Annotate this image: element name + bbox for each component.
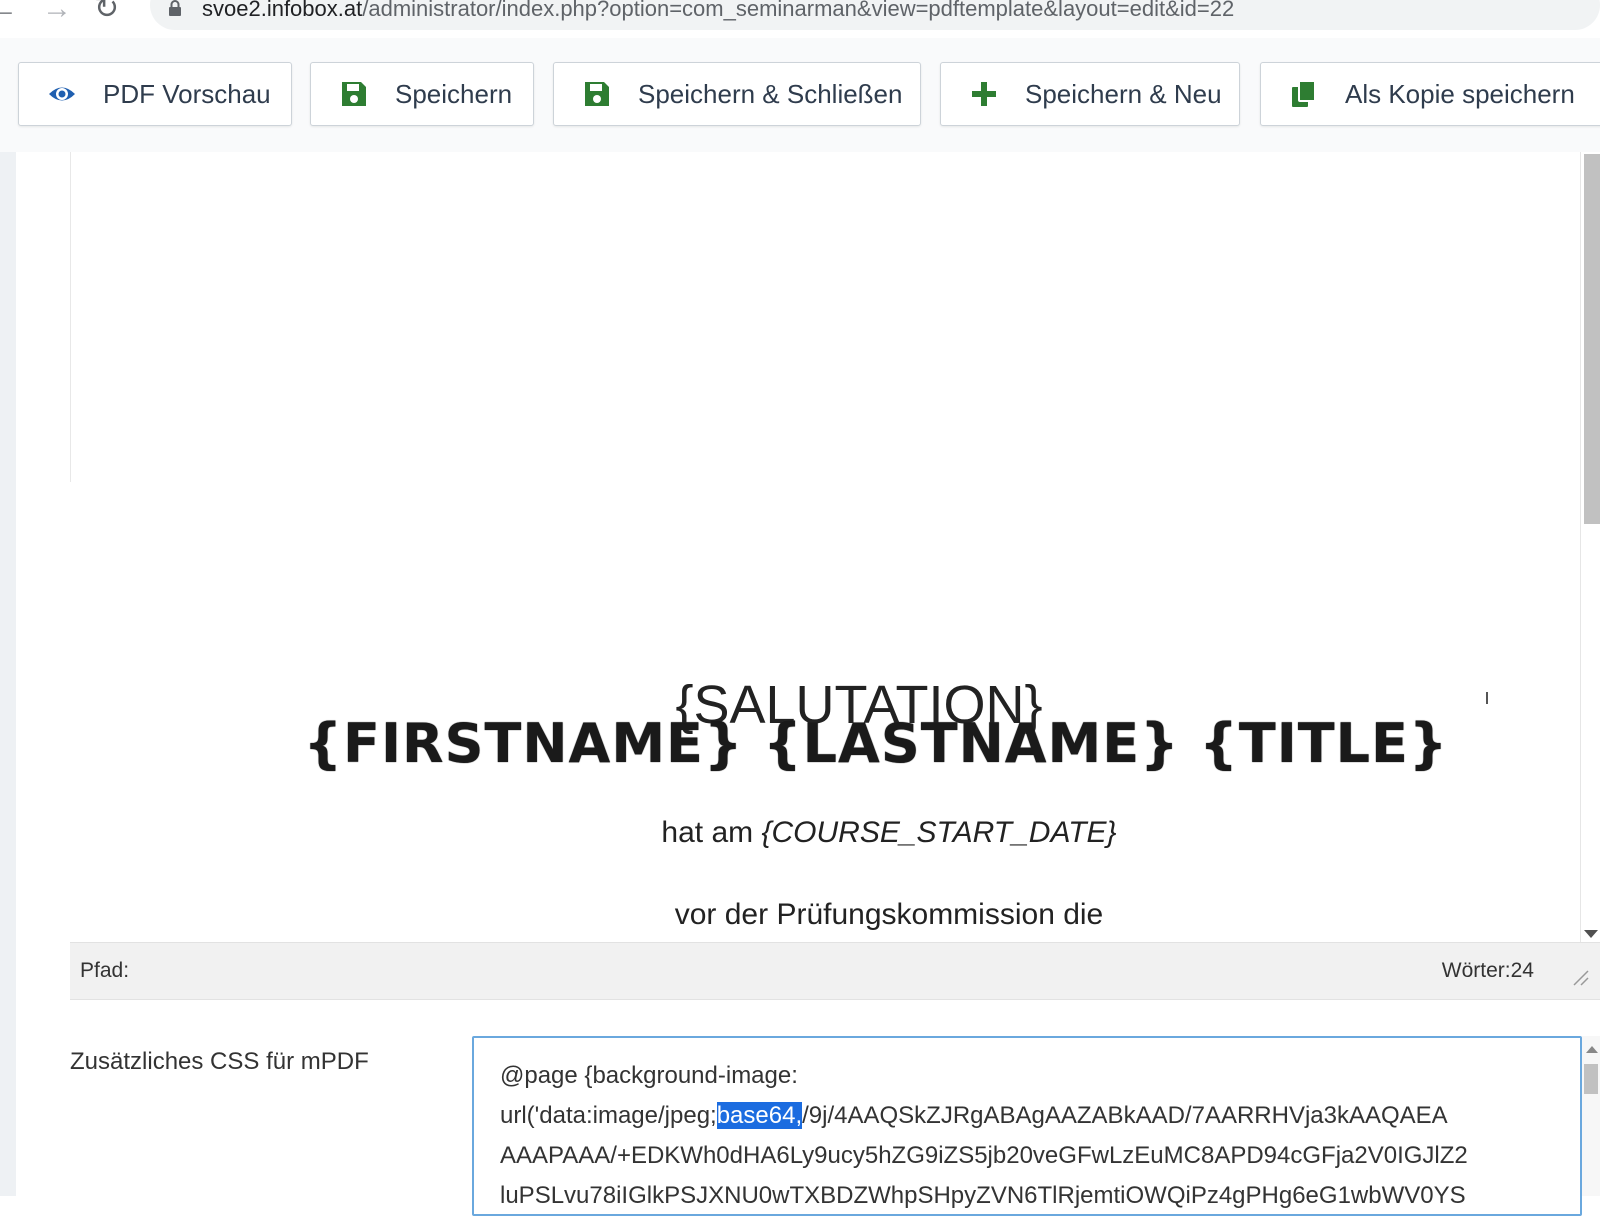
toolbar: PDF Vorschau Speichern Speichern & Schli… bbox=[0, 38, 1600, 152]
back-arrow-icon[interactable]: ← bbox=[0, 0, 18, 24]
save-button[interactable]: Speichern bbox=[310, 62, 534, 126]
names-placeholder: {FIRSTNAME} {LASTNAME} {TITLE} bbox=[303, 712, 1449, 775]
additional-css-textarea[interactable]: @page {background-image: url('data:image/… bbox=[472, 1036, 1582, 1216]
browser-address-bar: ← → ↻ svoe2.infobox.at/administrator/ind… bbox=[0, 0, 1600, 39]
css-line-1: @page {background-image: bbox=[500, 1062, 798, 1089]
save-close-label: Speichern & Schließen bbox=[638, 78, 903, 109]
lock-icon bbox=[169, 0, 181, 16]
save-as-copy-label: Als Kopie speichern bbox=[1345, 78, 1575, 109]
floppy-disk-icon bbox=[585, 82, 609, 106]
css-line-4: luPSLvu78iIGlkPSJXNU0wTXBDZWhpSHpyZVN6Tl… bbox=[500, 1182, 1466, 1209]
editor-left-margin bbox=[0, 152, 16, 1196]
exam-line: vor der Prüfungskommission die bbox=[674, 898, 1104, 931]
word-count: Wörter:24 bbox=[1441, 959, 1534, 982]
css-line-2-suffix: /9j/4AAQSkZJRgABAgAAZABkAAD/7AARRHVja3kA… bbox=[802, 1102, 1448, 1129]
save-label: Speichern bbox=[395, 78, 513, 109]
resize-handle-icon[interactable] bbox=[1568, 965, 1590, 987]
editor-content[interactable]: {SALUTATION} {FIRSTNAME} {LASTNAME} {TIT… bbox=[71, 152, 1580, 942]
course-start-date-placeholder: {COURSE_START_DATE} bbox=[761, 816, 1117, 849]
save-as-copy-button[interactable]: Als Kopie speichern bbox=[1260, 62, 1600, 126]
scroll-down-arrow-icon[interactable] bbox=[1584, 930, 1598, 938]
date-prefix: hat am bbox=[661, 816, 762, 849]
reload-icon[interactable]: ↻ bbox=[94, 0, 119, 24]
css-textarea-scrollbar[interactable] bbox=[1582, 1036, 1600, 1196]
url-host: svoe2.infobox.at bbox=[202, 0, 363, 21]
url-text[interactable]: svoe2.infobox.at/administrator/index.php… bbox=[202, 0, 1234, 22]
pdf-preview-button[interactable]: PDF Vorschau bbox=[18, 62, 292, 126]
save-new-button[interactable]: Speichern & Neu bbox=[940, 62, 1240, 126]
css-line-2-prefix: url('data:image/jpeg; bbox=[500, 1102, 717, 1129]
pdf-preview-label: PDF Vorschau bbox=[103, 78, 271, 109]
css-line-2: url('data:image/jpeg;base64,/9j/4AAQSkZJ… bbox=[500, 1096, 1580, 1136]
wysiwyg-editor[interactable]: {SALUTATION} {FIRSTNAME} {LASTNAME} {TIT… bbox=[16, 152, 1580, 942]
editor-scrollbar[interactable] bbox=[1580, 152, 1600, 942]
copy-icon bbox=[1292, 80, 1316, 107]
course-date-line: hat am {COURSE_START_DATE} bbox=[71, 816, 1580, 850]
floppy-disk-icon bbox=[342, 82, 366, 106]
additional-css-label: Zusätzliches CSS für mPDF bbox=[70, 1048, 369, 1075]
path-label: Pfad: bbox=[80, 959, 130, 982]
css-selected-text: base64, bbox=[716, 1102, 803, 1129]
css-scrollbar-thumb[interactable] bbox=[1584, 1064, 1598, 1094]
css-line-3: AAAPAAA/+EDKWh0dHA6Ly9ucy5hZG9iZS5jb20ve… bbox=[500, 1142, 1468, 1169]
scroll-up-arrow-icon[interactable] bbox=[1586, 1046, 1598, 1053]
editor-scrollbar-thumb[interactable] bbox=[1584, 154, 1600, 524]
plus-icon bbox=[972, 82, 996, 106]
forward-arrow-icon[interactable]: → bbox=[42, 0, 72, 24]
save-new-label: Speichern & Neu bbox=[1025, 78, 1222, 109]
eye-icon bbox=[49, 87, 75, 101]
editor-statusbar: Pfad: Wörter:24 bbox=[70, 942, 1600, 1000]
save-close-button[interactable]: Speichern & Schließen bbox=[553, 62, 921, 126]
url-path: /administrator/index.php?option=com_semi… bbox=[362, 0, 1235, 21]
